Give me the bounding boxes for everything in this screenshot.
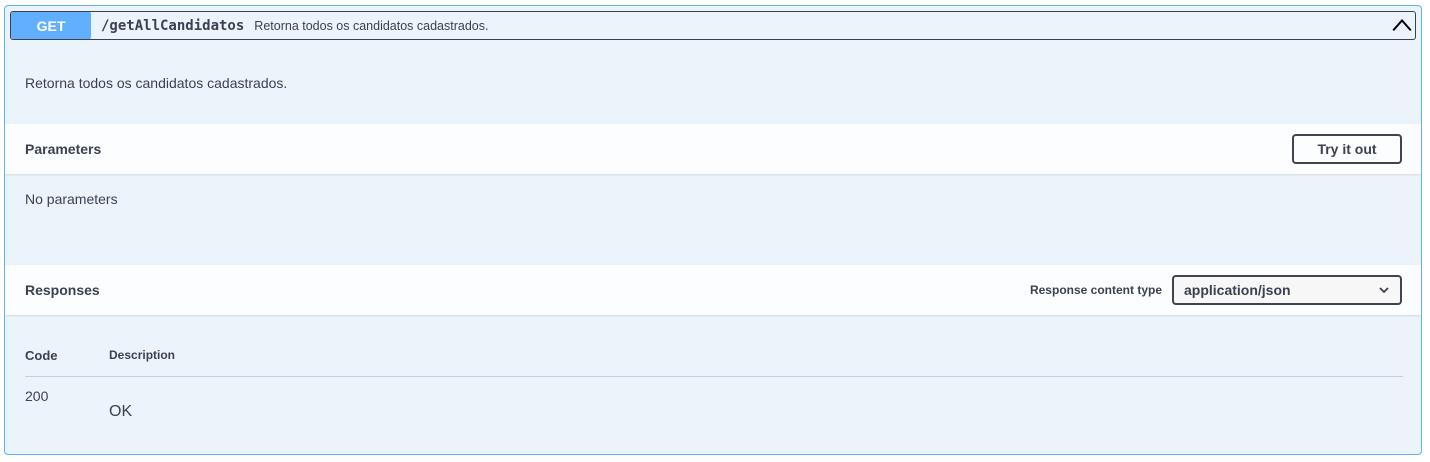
column-header-code: Code — [25, 348, 58, 363]
endpoint-path: /getAllCandidatos — [101, 17, 245, 34]
response-code: 200 — [25, 388, 49, 404]
operation-summary-text: Retorna todos os candidatos cadastrados. — [254, 18, 489, 33]
response-content-type-label: Response content type — [1029, 283, 1162, 297]
column-header-description: Description — [109, 348, 176, 362]
responses-header: Responses Response content type applicat… — [5, 265, 1421, 315]
try-it-out-button[interactable]: Try it out — [1292, 134, 1402, 164]
parameters-title: Parameters — [25, 141, 102, 157]
responses-table-header: Code Description — [25, 348, 1403, 377]
no-parameters-text: No parameters — [25, 191, 118, 207]
response-content-type-select[interactable]: application/json — [1172, 275, 1402, 305]
response-content-type-value: application/json — [1184, 282, 1291, 298]
parameters-header: Parameters Try it out — [5, 124, 1421, 174]
operation-block: GET /getAllCandidatos Retorna todos os c… — [4, 5, 1422, 455]
operation-description: Retorna todos os candidatos cadastrados. — [25, 75, 288, 91]
operation-summary[interactable]: GET /getAllCandidatos Retorna todos os c… — [10, 11, 1416, 40]
responses-title: Responses — [25, 282, 100, 298]
chevron-down-icon — [1379, 287, 1389, 294]
chevron-up-icon[interactable] — [1391, 15, 1413, 37]
response-description: OK — [109, 403, 133, 420]
http-method-badge: GET — [11, 12, 91, 39]
